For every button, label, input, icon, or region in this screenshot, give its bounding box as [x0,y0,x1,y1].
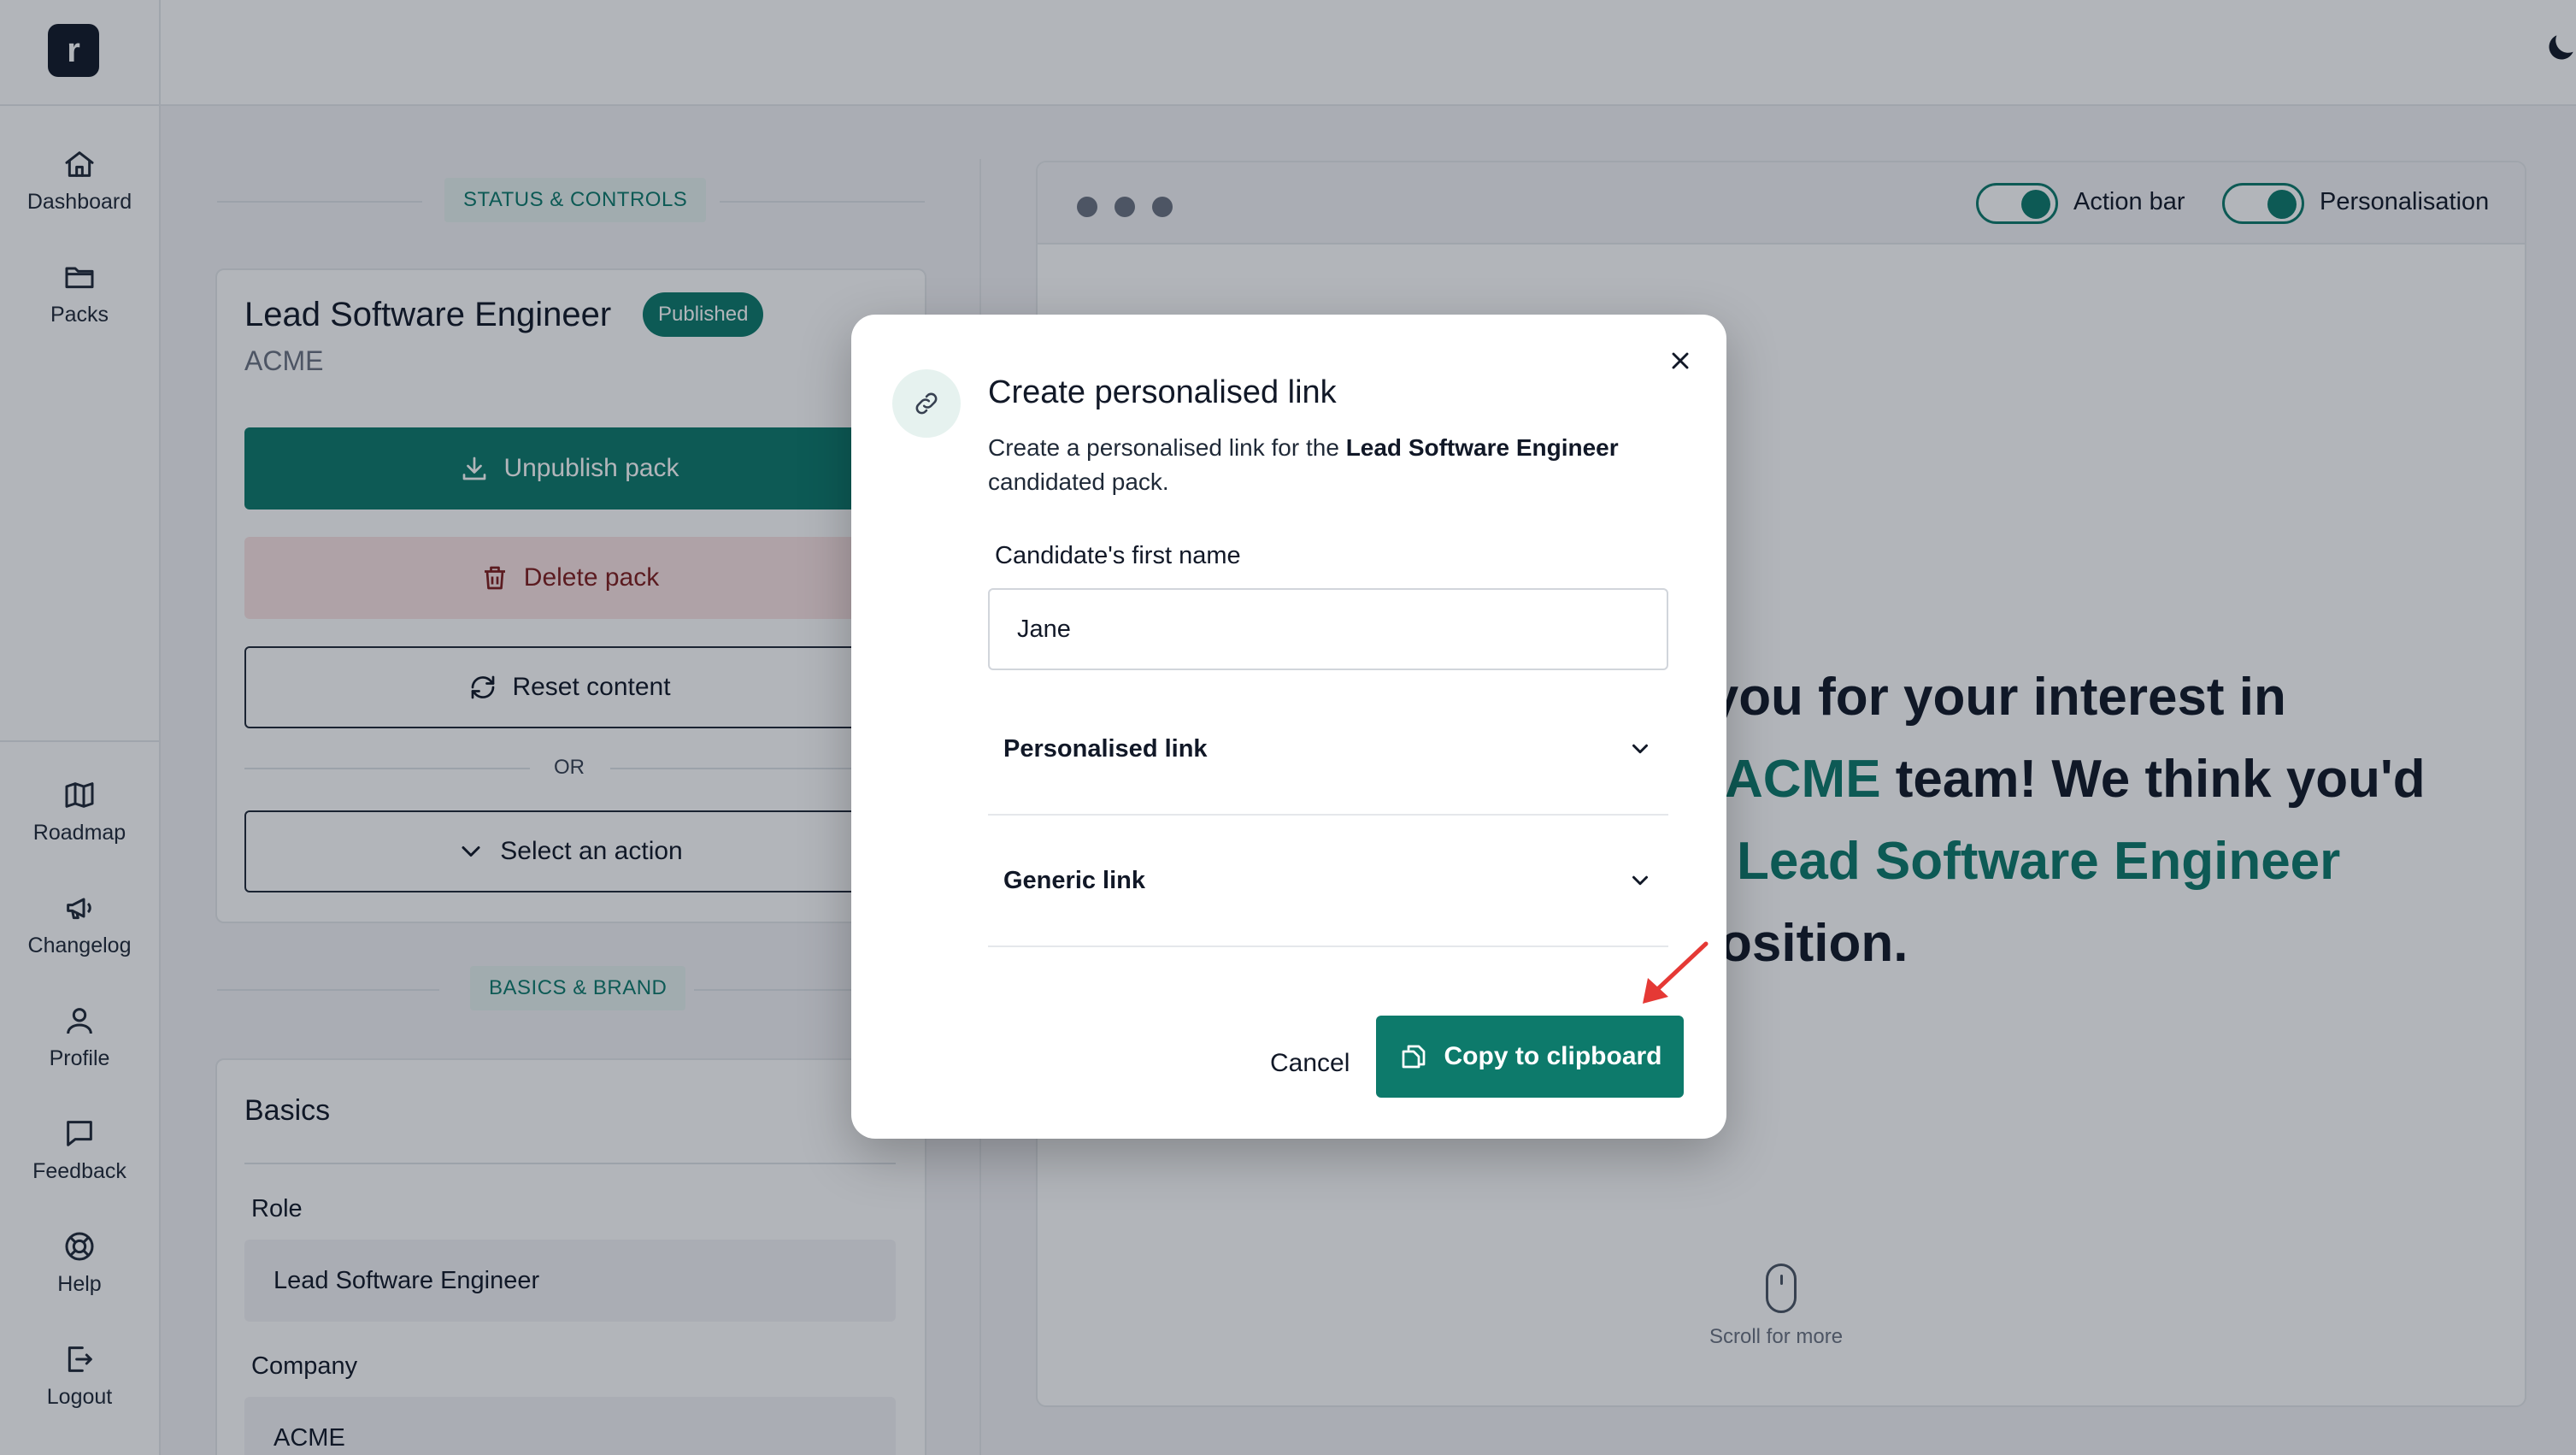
copy-to-clipboard-label: Copy to clipboard [1444,1042,1662,1070]
chevron-down-icon [1632,875,1648,886]
create-link-modal: Create personalised link Create a person… [851,315,1726,1139]
accordion-label: Personalised link [1003,734,1208,763]
modal-desc-prefix: Create a personalised link for the [988,434,1346,461]
close-button[interactable] [1663,344,1697,378]
copy-to-clipboard-button[interactable]: Copy to clipboard [1376,1016,1684,1098]
copy-icon [1402,1045,1425,1069]
close-icon [1672,352,1689,369]
modal-title: Create personalised link [988,374,1337,410]
link-icon [915,392,938,415]
chevron-down-icon [1632,744,1648,754]
accordion-personalised-link[interactable]: Personalised link [988,684,1668,816]
accordion-label: Generic link [1003,866,1146,894]
first-name-input[interactable] [988,588,1668,670]
accordion-generic-link[interactable]: Generic link [988,816,1668,947]
modal-description: Create a personalised link for the Lead … [988,431,1672,499]
annotation-arrow-icon [1643,941,1709,1004]
modal-desc-role: Lead Software Engineer [1345,434,1619,461]
cancel-button[interactable]: Cancel [1250,1022,1370,1105]
modal-icon-badge [892,369,961,438]
first-name-label: Candidate's first name [995,542,1241,569]
modal-desc-suffix: candidated pack. [988,468,1169,495]
